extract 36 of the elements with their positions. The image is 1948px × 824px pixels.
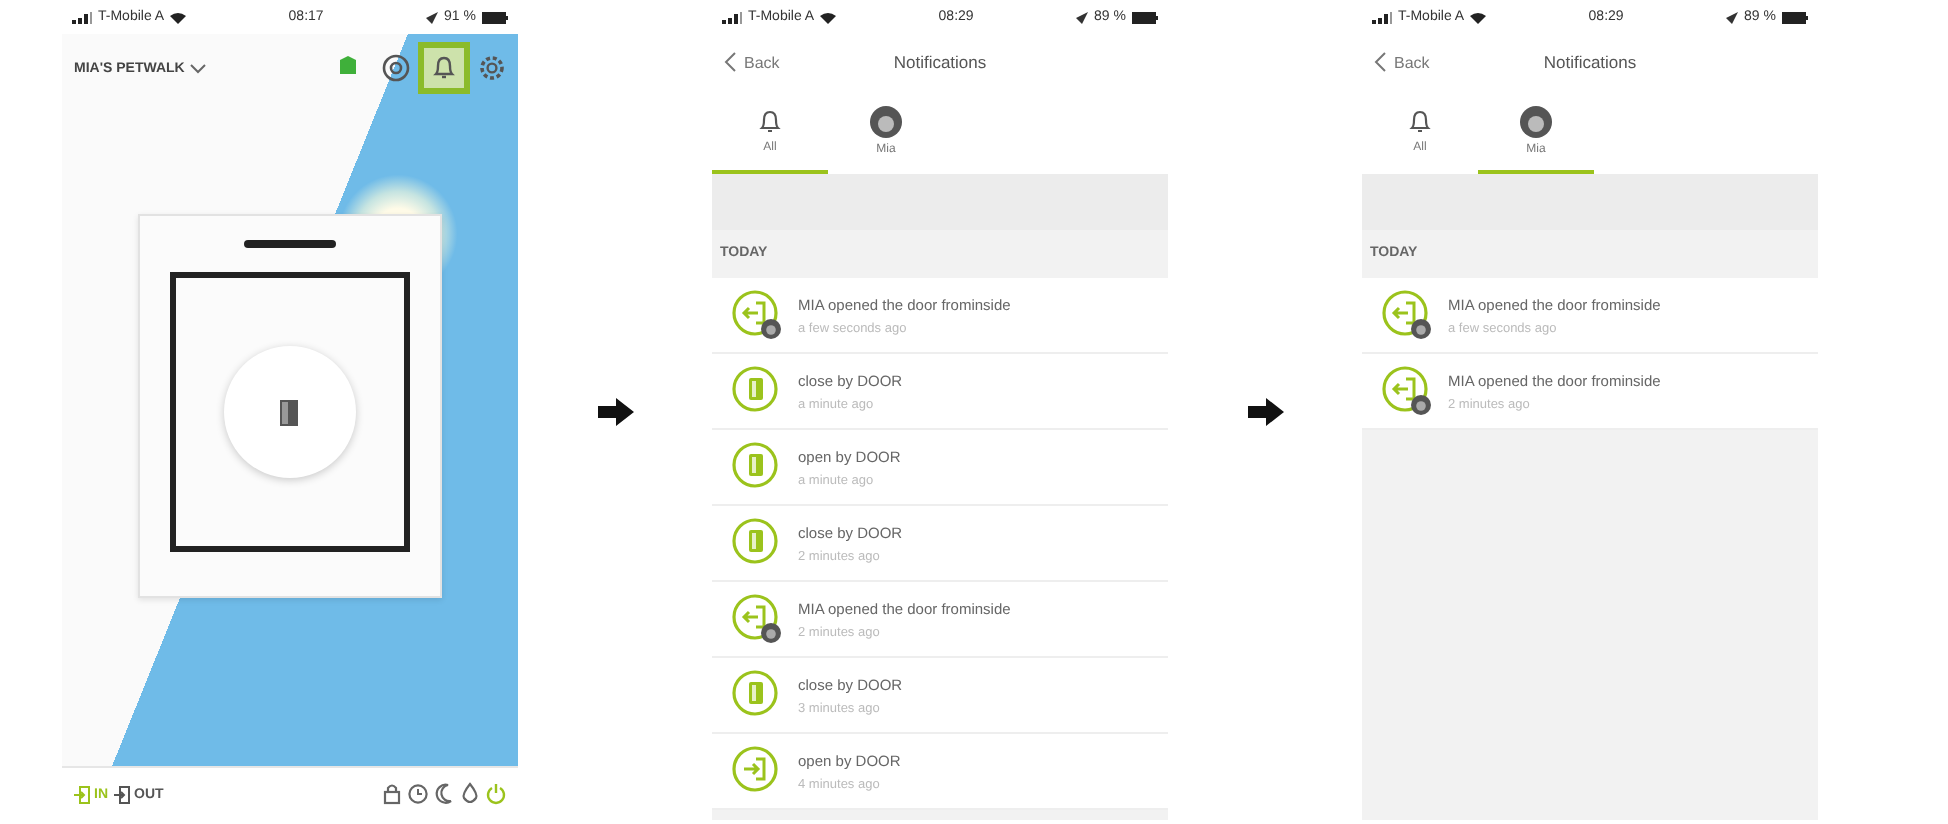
bell-icon [756,107,784,135]
back-button[interactable]: Back [1374,52,1430,72]
bell-icon [1406,107,1434,135]
right-arrow-icon [1247,398,1283,426]
wifi-icon [1470,11,1487,23]
location-icon [1726,11,1739,23]
door-button[interactable] [224,346,356,478]
camera-icon[interactable] [382,54,410,82]
drop-icon[interactable] [460,782,480,806]
chevron-down-icon[interactable] [190,63,207,73]
location-icon [1076,11,1089,23]
battery-icon [1781,11,1808,23]
signal-icon [722,11,742,23]
notifications-icon[interactable] [430,54,458,82]
moon-icon[interactable] [434,782,454,806]
battery-icon [1131,11,1158,23]
door-icon [280,399,300,425]
pet-avatar-icon [870,105,902,137]
signal-icon [1372,11,1392,23]
settings-icon[interactable] [478,54,506,82]
location-icon [426,11,439,23]
clock-icon[interactable] [408,782,428,806]
screen-title: Notifications [1543,52,1637,72]
wifi-icon [170,11,187,23]
screen-title: Notifications [893,52,987,72]
back-chevron-icon [1374,52,1386,72]
pet-avatar-icon [1520,105,1552,137]
wifi-icon [820,11,837,23]
back-button[interactable]: Back [724,52,780,72]
lock-icon[interactable] [382,782,402,806]
signal-icon [72,11,92,23]
exit-icon [114,785,130,803]
back-chevron-icon [724,52,736,72]
right-arrow-icon [597,398,633,426]
battery-icon [481,11,508,23]
enter-icon [74,785,90,803]
